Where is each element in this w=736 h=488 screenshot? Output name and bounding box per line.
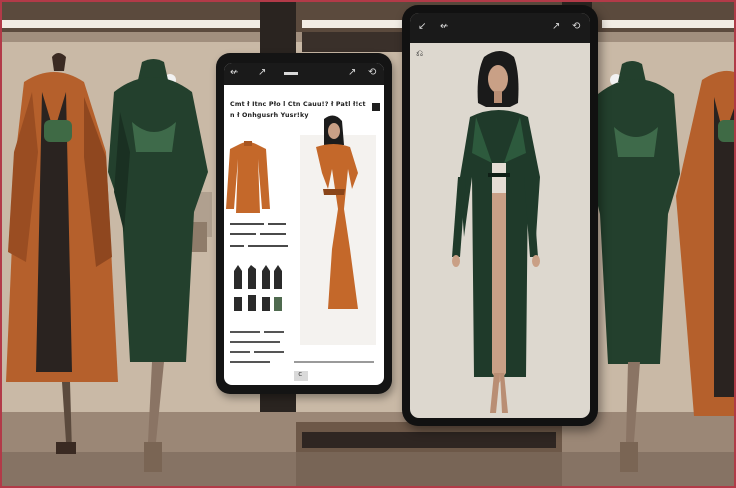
store-window-scene: ↚ ↗ ↗ ⟲ Cmt ł Itnc Pło l Ctn Cauu!? ł Pa… (0, 0, 736, 488)
phone-full-view: ↙ ↚ ↗ ⟲ ⎌ (402, 5, 598, 426)
spec-lines (230, 223, 288, 247)
phone-product-detail: ↚ ↗ ↗ ⟲ Cmt ł Itnc Pło l Ctn Cauu!? ł Pa… (216, 53, 392, 394)
thumbnail-grid (234, 265, 282, 311)
product-graphics (226, 115, 376, 381)
product-image-top (226, 141, 270, 213)
product-detail-screen: ↚ ↗ ↗ ⟲ Cmt ł Itnc Pło l Ctn Cauu!? ł Pa… (224, 63, 384, 385)
product-image-model (300, 115, 376, 345)
footer-button[interactable]: c (298, 370, 302, 378)
full-view-screen: ↙ ↚ ↗ ⟲ ⎌ (410, 13, 590, 418)
model-full-view (452, 51, 540, 413)
